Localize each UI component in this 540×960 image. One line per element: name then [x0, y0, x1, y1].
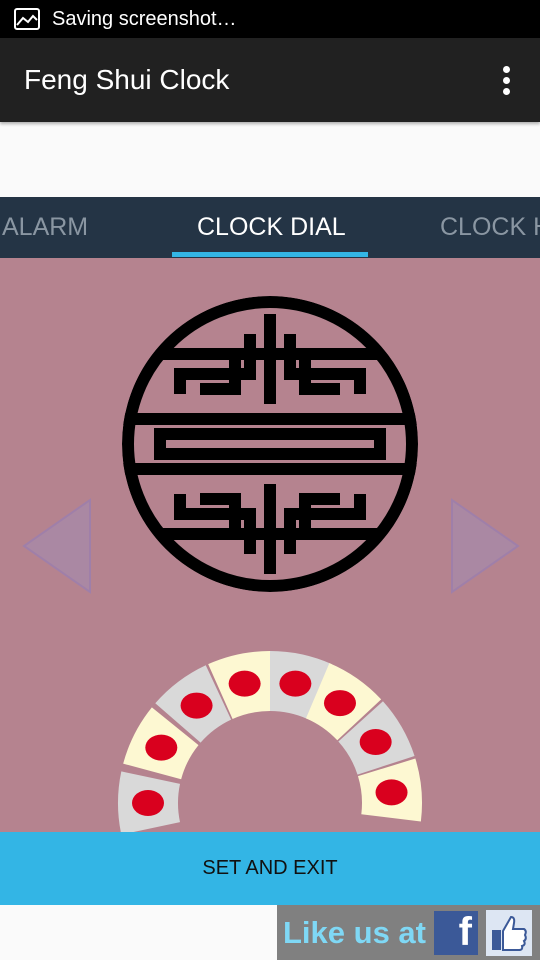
overflow-menu-icon[interactable]	[486, 60, 526, 100]
pig-icon	[228, 670, 261, 697]
facebook-like-banner[interactable]: Like us at f	[277, 905, 540, 960]
like-text: Like us at	[283, 914, 426, 950]
tiger-icon	[359, 729, 392, 755]
monkey-icon	[132, 790, 164, 816]
status-text: Saving screenshot…	[52, 7, 237, 30]
shou-symbol	[122, 296, 418, 592]
facebook-icon: f	[434, 910, 478, 955]
app-bar: Feng Shui Clock	[0, 38, 540, 122]
thumbs-up-icon	[486, 909, 532, 956]
tab-alarm[interactable]: ALARM	[2, 213, 88, 242]
tab-indicator	[172, 252, 368, 257]
set-and-exit-button[interactable]: SET AND EXIT	[0, 832, 540, 905]
image-icon	[14, 8, 40, 30]
previous-arrow-icon[interactable]	[20, 498, 92, 594]
tab-bar: ALARM CLOCK DIAL CLOCK HANDS	[0, 197, 540, 258]
status-bar: Saving screenshot…	[0, 0, 540, 38]
rabbit-icon	[375, 779, 408, 806]
rooster-icon	[145, 734, 178, 761]
dog-icon	[180, 692, 213, 719]
app-title: Feng Shui Clock	[24, 64, 230, 95]
tab-clock-hands[interactable]: CLOCK HANDS	[440, 213, 540, 242]
next-arrow-icon[interactable]	[450, 498, 522, 594]
zodiac-ring[interactable]	[0, 598, 540, 832]
dial-preview	[0, 258, 540, 832]
ox-icon	[323, 690, 356, 717]
rat-icon	[279, 670, 312, 697]
tab-clock-dial[interactable]: CLOCK DIAL	[197, 213, 346, 242]
